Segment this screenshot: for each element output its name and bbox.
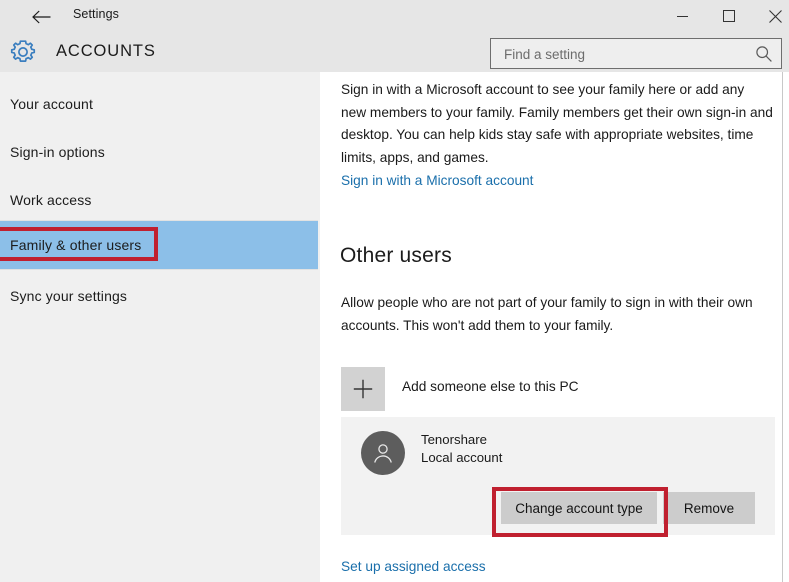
sidebar-item-sign-in-options[interactable]: Sign-in options xyxy=(0,128,318,176)
maximize-button[interactable] xyxy=(706,0,752,32)
search-box[interactable] xyxy=(490,38,782,70)
close-button[interactable] xyxy=(752,0,789,32)
content-scrollbar[interactable] xyxy=(782,72,789,582)
sidebar-item-label: Sign-in options xyxy=(10,144,105,160)
user-account-card: Tenorshare Local account Change account … xyxy=(341,417,775,535)
window-title: Settings xyxy=(73,7,119,21)
gear-icon xyxy=(10,40,36,62)
scrollbar-divider xyxy=(782,72,783,582)
sidebar-divider xyxy=(0,269,318,270)
maximize-icon xyxy=(723,10,735,22)
window-titlebar: Settings xyxy=(0,0,789,32)
settings-content: Sign in with a Microsoft account to see … xyxy=(320,72,789,582)
person-avatar-icon xyxy=(374,444,392,463)
add-someone-else-row[interactable]: Add someone else to this PC xyxy=(341,367,641,411)
sidebar-item-work-access[interactable]: Work access xyxy=(0,176,318,224)
minimize-button[interactable] xyxy=(659,0,705,32)
remove-account-button[interactable]: Remove xyxy=(663,492,755,524)
add-someone-else-label: Add someone else to this PC xyxy=(402,379,579,394)
sign-in-microsoft-account-link[interactable]: Sign in with a Microsoft account xyxy=(341,173,533,188)
page-title: ACCOUNTS xyxy=(56,42,156,60)
sidebar-item-your-account[interactable]: Your account xyxy=(0,80,318,128)
intro-paragraph: Sign in with a Microsoft account to see … xyxy=(341,82,773,165)
sidebar-item-label: Work access xyxy=(10,192,92,208)
change-account-type-button[interactable]: Change account type xyxy=(501,492,657,524)
sidebar-item-sync-your-settings[interactable]: Sync your settings xyxy=(0,272,318,320)
search-input[interactable] xyxy=(502,39,746,70)
search-icon[interactable] xyxy=(755,45,773,63)
avatar xyxy=(361,431,405,475)
back-button[interactable] xyxy=(26,4,56,30)
plus-icon[interactable] xyxy=(341,367,385,411)
user-account-type: Local account xyxy=(421,450,503,465)
sidebar-item-label: Family & other users xyxy=(10,237,142,253)
set-up-assigned-access-link[interactable]: Set up assigned access xyxy=(341,559,486,574)
other-users-paragraph: Allow people who are not part of your fa… xyxy=(341,295,753,333)
page-header: ACCOUNTS xyxy=(0,32,789,72)
settings-sidebar: Your account Sign-in options Work access… xyxy=(0,72,320,582)
minimize-icon xyxy=(676,16,688,17)
back-arrow-icon xyxy=(31,10,50,24)
other-users-heading: Other users xyxy=(340,244,452,267)
sidebar-item-family-and-other-users[interactable]: Family & other users xyxy=(0,221,318,269)
close-icon xyxy=(768,9,782,23)
sidebar-item-label: Sync your settings xyxy=(10,288,128,304)
sidebar-item-label: Your account xyxy=(10,96,94,112)
user-name: Tenorshare xyxy=(421,432,487,447)
plus-glyph-icon xyxy=(353,379,373,399)
